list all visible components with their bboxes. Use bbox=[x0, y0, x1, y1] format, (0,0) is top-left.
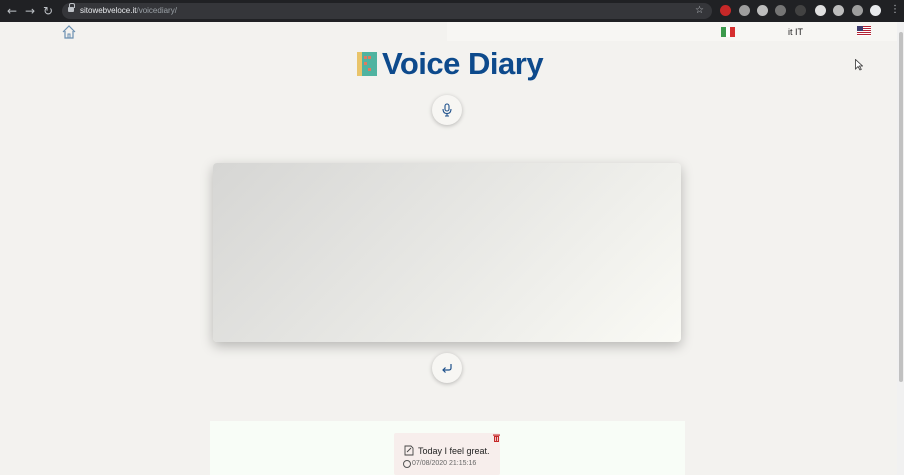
back-button[interactable]: ← bbox=[4, 3, 20, 19]
forward-button[interactable]: → bbox=[22, 3, 38, 19]
microphone-icon bbox=[442, 103, 452, 117]
extension-red-icon[interactable] bbox=[720, 5, 731, 16]
extension-grey-icon[interactable] bbox=[775, 5, 786, 16]
undo-arrow-icon bbox=[442, 364, 452, 373]
scrollbar-thumb[interactable] bbox=[899, 32, 903, 382]
right-panel bbox=[686, 41, 897, 475]
bookmark-star-icon[interactable]: ☆ bbox=[695, 4, 704, 18]
language-bar bbox=[447, 22, 897, 41]
address-bar[interactable]: sitowebveloce.it/voicediary/ ☆ bbox=[62, 3, 712, 19]
trash-icon[interactable] bbox=[493, 434, 500, 442]
note-icon bbox=[404, 445, 414, 456]
lock-icon bbox=[68, 3, 75, 13]
usa-flag-icon[interactable] bbox=[857, 26, 871, 36]
browser-toolbar: ← → ↻ sitowebveloce.it/voicediary/ ☆ ⋮ bbox=[0, 0, 904, 22]
microphone-button[interactable] bbox=[432, 95, 462, 125]
url-text: sitowebveloce.it/voicediary/ bbox=[80, 6, 177, 15]
extensions-puzzle-icon[interactable] bbox=[833, 5, 844, 16]
app-header: Voice Diary bbox=[356, 46, 544, 82]
page-title: Voice Diary bbox=[382, 46, 544, 81]
profile-avatar-icon[interactable] bbox=[870, 5, 881, 16]
extension-pen-icon[interactable] bbox=[815, 5, 826, 16]
book-icon bbox=[357, 52, 377, 76]
undo-button[interactable] bbox=[432, 353, 462, 383]
extension-circle-icon[interactable] bbox=[757, 5, 768, 16]
language-label: it IT bbox=[788, 27, 803, 37]
reload-button[interactable]: ↻ bbox=[40, 3, 56, 19]
mouse-cursor-icon bbox=[855, 59, 863, 71]
kebab-menu-icon[interactable]: ⋮ bbox=[890, 4, 900, 16]
transcript-card[interactable] bbox=[213, 163, 681, 342]
extension-dark-icon[interactable] bbox=[795, 5, 806, 16]
reading-list-icon[interactable] bbox=[852, 5, 863, 16]
page-body: it IT Voice Diary Today I feel great. 07… bbox=[0, 22, 904, 475]
clock-icon bbox=[403, 460, 411, 468]
entry-date: 07/08/2020 21:15:16 bbox=[412, 460, 477, 467]
italy-flag-icon[interactable] bbox=[721, 27, 736, 37]
entry-text: Today I feel great. bbox=[418, 446, 490, 456]
extension-gear-icon[interactable] bbox=[739, 5, 750, 16]
home-icon[interactable] bbox=[61, 24, 77, 40]
